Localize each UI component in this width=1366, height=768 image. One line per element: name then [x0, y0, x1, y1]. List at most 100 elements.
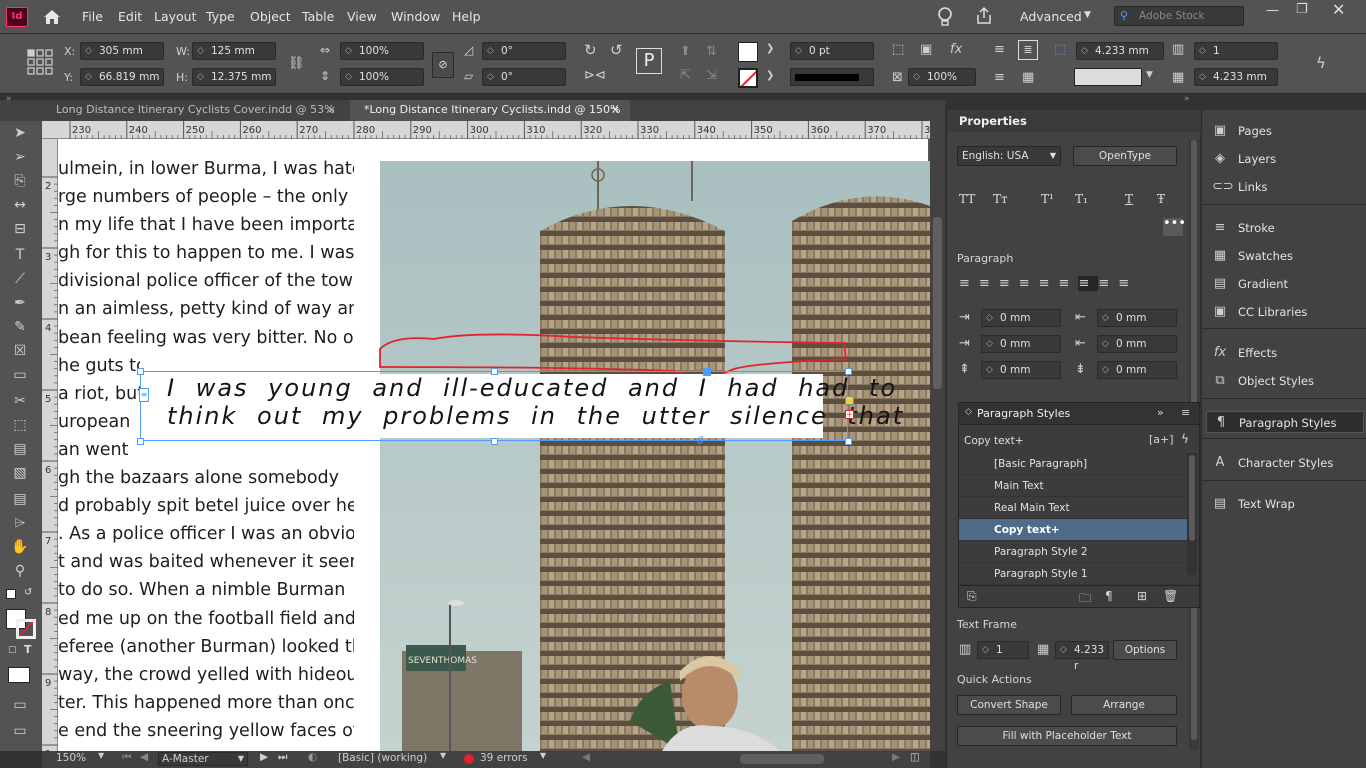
frame-columns-field[interactable]: 1 [977, 641, 1029, 659]
stroke-weight-field[interactable]: 0 pt [790, 42, 874, 60]
in-port-icon[interactable]: ≡ [139, 388, 149, 402]
document-canvas[interactable]: ulmein, in lower Burma, I was hated rge n… [58, 139, 930, 751]
handle-bottom-right[interactable] [845, 438, 852, 445]
quote-text-box[interactable]: I was young and ill-educated and I had h… [167, 374, 902, 438]
dock-stroke[interactable]: ≡ Stroke [1202, 217, 1366, 239]
scissors-tool-icon[interactable]: ✂ [8, 391, 32, 411]
dock-character-styles[interactable]: A Character Styles [1202, 452, 1366, 474]
delete-style-icon[interactable]: 🗑 [1163, 589, 1178, 603]
vertical-scrollbar[interactable] [930, 121, 945, 751]
fill-swatch[interactable] [738, 42, 758, 62]
justify-right-icon[interactable]: ≡ [1059, 276, 1079, 291]
space-after-field[interactable]: 0 mm [1097, 361, 1177, 379]
selected-text-frame[interactable]: I was young and ill-educated and I had h… [137, 368, 902, 447]
fill-dropdown-icon[interactable]: ❯ [766, 43, 774, 54]
stroke-type-dropdown[interactable] [790, 68, 874, 86]
y-position-field[interactable]: 66.819 mm [80, 68, 164, 86]
dock-paragraph-styles[interactable]: ¶ Paragraph Styles [1206, 411, 1364, 433]
load-styles-icon[interactable]: ⎘ [967, 589, 977, 604]
quick-apply-lightning-icon[interactable]: ϟ [1316, 54, 1326, 72]
hand-tool-icon[interactable]: ✋ [8, 537, 32, 557]
restore-button[interactable]: ❐ [1296, 2, 1308, 17]
rotate-counterclockwise-icon[interactable]: ↺ [610, 41, 623, 59]
first-page-icon[interactable]: ⏮ [122, 751, 131, 764]
menu-view[interactable]: View [347, 9, 377, 24]
auto-fit-icon[interactable]: ⬚ [1054, 42, 1066, 57]
text-wrap-bounding-icon[interactable]: ≣ [1018, 40, 1038, 60]
handle-bottom-left[interactable] [137, 438, 144, 445]
space-before-field[interactable]: 0 mm [981, 361, 1061, 379]
align-left-icon[interactable]: ≡ [959, 276, 979, 291]
style-lightning-icon[interactable]: ϟ [1181, 432, 1189, 446]
frame-fitting-icon[interactable]: ⬚ [892, 42, 904, 57]
direct-selection-tool-icon[interactable]: ➢ [8, 147, 32, 167]
reference-point-icon[interactable] [26, 48, 54, 76]
arrange-button[interactable]: Arrange [1071, 695, 1177, 715]
document-settings-icon[interactable]: ◐ [308, 751, 317, 763]
collapse-panel-chevron-icon[interactable]: ◇ [965, 407, 972, 417]
menu-window[interactable]: Window [391, 9, 440, 24]
formatting-text-icon[interactable]: T [24, 643, 32, 656]
eyedropper-tool-icon[interactable]: ⌲ [8, 513, 32, 533]
free-transform-tool-icon[interactable]: ⬚ [8, 415, 32, 435]
line-tool-icon[interactable]: ⟋ [8, 269, 32, 289]
share-icon[interactable] [974, 6, 994, 26]
content-collector-icon[interactable]: ⊟ [8, 219, 32, 239]
opentype-button[interactable]: OpenType [1073, 146, 1177, 166]
dock-gradient[interactable]: ▤ Gradient [1202, 273, 1366, 295]
paragraph-style-item[interactable]: Paragraph Style 1 [959, 563, 1187, 585]
collapse-panel-icon[interactable]: » [1184, 94, 1190, 104]
rectangle-tool-icon[interactable]: ▭ [8, 365, 32, 385]
new-style-icon[interactable]: ⊞ [1137, 589, 1147, 603]
profile-chevron-icon[interactable]: ▼ [440, 751, 446, 760]
flip-horizontal-icon[interactable]: ⊳⊲ [584, 68, 606, 83]
align-right-icon[interactable]: ≡ [999, 276, 1019, 291]
menu-layout[interactable]: Layout [154, 9, 197, 24]
scrollbar-thumb[interactable] [933, 217, 942, 389]
close-tab-icon[interactable]: × [327, 100, 336, 120]
columns-field[interactable]: 1 [1194, 42, 1278, 60]
previous-page-icon[interactable]: ◀ [140, 751, 148, 763]
gap-field-1[interactable]: 4.233 mm [1076, 42, 1164, 60]
preflight-error-icon[interactable] [464, 754, 474, 764]
handle-content-grabber[interactable] [703, 368, 711, 376]
handle-top-left[interactable] [137, 368, 144, 375]
menu-type[interactable]: Type [206, 9, 235, 24]
next-page-icon[interactable]: ▶ [260, 751, 268, 763]
superscript-button[interactable]: T¹ [1041, 192, 1054, 206]
close-tab-icon[interactable]: × [611, 100, 620, 120]
convert-shape-button[interactable]: Convert Shape [957, 695, 1061, 715]
justify-center-icon[interactable]: ≡ [1039, 276, 1059, 291]
small-caps-button[interactable]: Tт [993, 192, 1008, 206]
new-style-group-icon[interactable]: 🗀 [1079, 589, 1091, 610]
vertical-ruler[interactable]: 234567891 [42, 139, 58, 751]
dock-object-styles[interactable]: ⧉ Object Styles [1202, 370, 1366, 392]
swap-colors-icon[interactable]: ↺ [24, 587, 32, 598]
preview-mode-icon[interactable]: ▭ [8, 721, 32, 741]
pencil-tool-icon[interactable]: ✎ [8, 317, 32, 337]
close-window-button[interactable]: ✕ [1332, 0, 1345, 19]
split-layout-icon[interactable]: ◫ [910, 751, 920, 763]
workspace-switcher[interactable]: Advanced [1020, 9, 1082, 24]
handle-top-right[interactable] [845, 368, 852, 375]
paragraph-style-item[interactable]: [Basic Paragraph] [959, 453, 1187, 475]
horizontal-scrollbar-thumb[interactable] [740, 754, 824, 764]
dock-effects[interactable]: fx Effects [1202, 342, 1366, 364]
dock-layers[interactable]: ◈ Layers [1202, 148, 1366, 170]
menu-file[interactable]: File [82, 9, 103, 24]
gradient-feather-tool-icon[interactable]: ▧ [8, 463, 32, 483]
more-options-icon[interactable]: ••• [1163, 217, 1186, 236]
overset-text-icon[interactable]: + [845, 410, 854, 419]
formatting-container-icon[interactable]: ▢ [8, 645, 17, 655]
tab-active-document[interactable]: *Long Distance Itinerary Cyclists.indd @… [350, 100, 630, 121]
scroll-right-icon[interactable]: ▶ [892, 751, 900, 763]
frame-gutter-field[interactable]: 4.233 r [1055, 641, 1109, 672]
pen-tool-icon[interactable]: ✒ [8, 293, 32, 313]
dock-pages[interactable]: ▣ Pages [1202, 120, 1366, 142]
tab-cover-document[interactable]: Long Distance Itinerary Cyclists Cover.i… [42, 100, 346, 121]
align-towards-spine-icon[interactable]: ≡ [1098, 276, 1118, 291]
constrain-proportions-icon[interactable]: ⛓ [288, 56, 305, 71]
chevron-down-icon[interactable]: ▼ [1084, 10, 1091, 20]
link-scale-icon[interactable]: ⊘ [432, 52, 454, 78]
underline-button[interactable]: T [1125, 192, 1133, 206]
